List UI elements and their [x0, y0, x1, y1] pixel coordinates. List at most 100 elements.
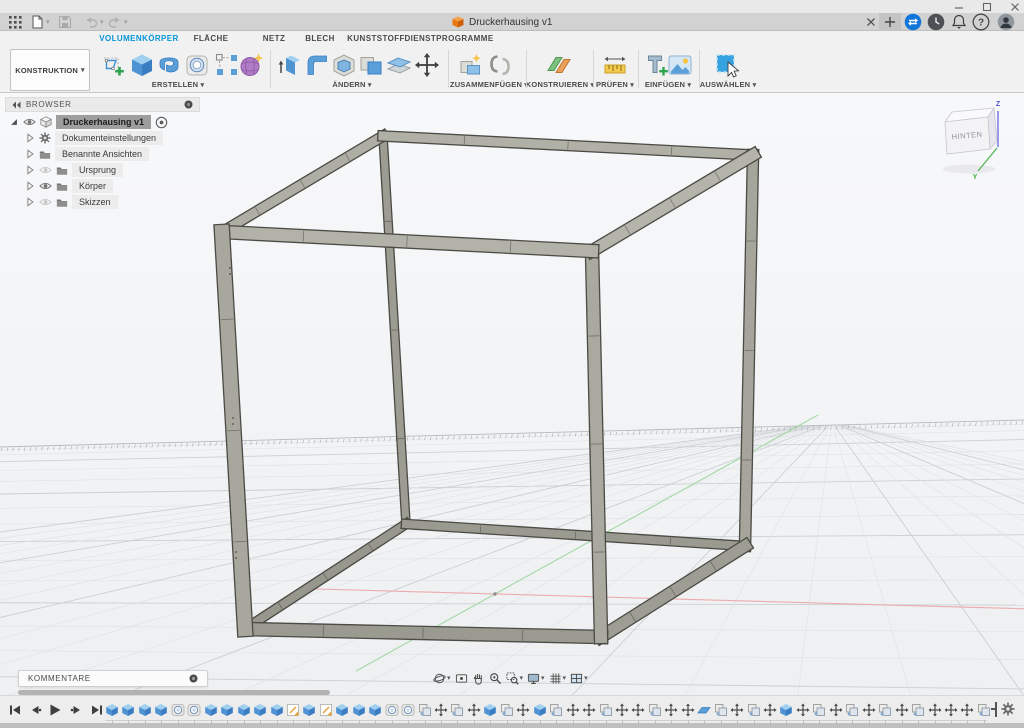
- timeline-feature-move[interactable]: [960, 703, 974, 717]
- close-tab-icon[interactable]: [864, 15, 878, 29]
- timeline-feature-component[interactable]: [812, 703, 826, 717]
- nav-grid-settings[interactable]: ▾: [549, 672, 567, 685]
- comments-panel[interactable]: KOMMENTARE: [18, 670, 208, 687]
- browser-node-label[interactable]: Körper: [72, 179, 113, 193]
- timeline-feature-component[interactable]: [747, 703, 761, 717]
- timeline-play-button[interactable]: [48, 703, 62, 717]
- job-status-icon[interactable]: [927, 13, 945, 31]
- nav-pan[interactable]: [472, 672, 485, 685]
- timeline-step-back-button[interactable]: [28, 703, 42, 717]
- browser-node-label[interactable]: Druckerhausing v1: [56, 115, 151, 129]
- timeline-feature-extrude[interactable]: [253, 703, 267, 717]
- joint-icon[interactable]: [487, 52, 513, 78]
- rectangular-pattern-icon[interactable]: [214, 52, 240, 78]
- maximize-icon[interactable]: [982, 2, 992, 12]
- eye-off-icon[interactable]: [39, 196, 52, 208]
- create-sketch-icon[interactable]: [100, 52, 126, 78]
- sync-status-icon[interactable]: [904, 13, 922, 31]
- profile-icon[interactable]: [997, 13, 1015, 31]
- konstruktion-dropdown-button[interactable]: KONSTRUKTION▾: [10, 49, 90, 91]
- timeline-feature-move[interactable]: [829, 703, 843, 717]
- move-copy-icon[interactable]: [414, 52, 440, 78]
- ribbon-tab-blech[interactable]: BLECH: [305, 34, 335, 43]
- timeline-feature-hole[interactable]: [385, 703, 399, 717]
- group-label-5[interactable]: EINFÜGEN ▾: [645, 80, 691, 89]
- timeline-feature-move[interactable]: [434, 703, 448, 717]
- document-tab[interactable]: Druckerhausing v1: [452, 13, 552, 31]
- timeline-feature-move[interactable]: [928, 703, 942, 717]
- browser-node-label[interactable]: Dokumenteinstellungen: [55, 131, 163, 145]
- timeline-feature-extrude[interactable]: [154, 703, 168, 717]
- nav-viewports[interactable]: ▾: [570, 672, 588, 685]
- timeline-feature-move[interactable]: [615, 703, 629, 717]
- group-label-3[interactable]: KONSTRUIEREN ▾: [526, 80, 594, 89]
- timeline-feature-component[interactable]: [599, 703, 613, 717]
- timeline-feature-move[interactable]: [763, 703, 777, 717]
- app-grid-icon[interactable]: [8, 15, 22, 29]
- timeline-skip-end-button[interactable]: [90, 703, 104, 717]
- shell-icon[interactable]: [331, 52, 357, 78]
- expand-closed-icon[interactable]: [25, 165, 35, 175]
- nav-look-at[interactable]: [455, 672, 468, 685]
- timeline-position-marker[interactable]: [991, 702, 998, 717]
- browser-row-3[interactable]: Ursprung: [5, 162, 225, 178]
- browser-row-4[interactable]: Körper: [5, 178, 225, 194]
- undo-icon[interactable]: [84, 15, 98, 29]
- timeline-feature-component[interactable]: [450, 703, 464, 717]
- timeline-feature-hole[interactable]: [187, 703, 201, 717]
- expand-closed-icon[interactable]: [25, 197, 35, 207]
- browser-row-2[interactable]: Benannte Ansichten: [5, 146, 225, 162]
- timeline-feature-extrude[interactable]: [237, 703, 251, 717]
- file-menu-icon[interactable]: [30, 15, 44, 29]
- timeline-feature-extrude[interactable]: [105, 703, 119, 717]
- help-icon[interactable]: ?: [972, 13, 990, 31]
- group-label-4[interactable]: PRÜFEN ▾: [596, 80, 634, 89]
- timeline-feature-component[interactable]: [418, 703, 432, 717]
- chevron-down-icon[interactable]: ▾: [100, 18, 104, 26]
- timeline-settings-gear-icon[interactable]: [1001, 702, 1015, 716]
- timeline-feature-component[interactable]: [500, 703, 514, 717]
- notifications-icon[interactable]: [950, 13, 968, 31]
- eye-icon[interactable]: [39, 180, 52, 192]
- close-icon[interactable]: [1010, 2, 1020, 12]
- timeline-feature-component[interactable]: [549, 703, 563, 717]
- fillet-icon[interactable]: [304, 52, 330, 78]
- ribbon-tab-netz[interactable]: NETZ: [263, 34, 286, 43]
- timeline-feature-component[interactable]: [714, 703, 728, 717]
- redo-icon[interactable]: [108, 15, 122, 29]
- activate-target-icon[interactable]: [155, 116, 168, 129]
- timeline-feature-move[interactable]: [895, 703, 909, 717]
- nav-display-settings[interactable]: ▾: [527, 672, 545, 685]
- ribbon-tab-dienstprogramme[interactable]: DIENSTPROGRAMME: [404, 34, 493, 43]
- save-icon[interactable]: [58, 15, 72, 29]
- timeline-feature-move[interactable]: [862, 703, 876, 717]
- timeline-feature-component[interactable]: [878, 703, 892, 717]
- ribbon-tab-volumenkörper[interactable]: VOLUMENKÖRPER: [99, 34, 178, 43]
- timeline-feature-hole[interactable]: [401, 703, 415, 717]
- viewcube[interactable]: HINTEN Z Y: [925, 95, 1024, 190]
- chevron-down-icon[interactable]: ▾: [46, 18, 50, 26]
- expand-closed-icon[interactable]: [25, 133, 35, 143]
- browser-node-label[interactable]: Benannte Ansichten: [55, 147, 149, 161]
- timeline-feature-move[interactable]: [631, 703, 645, 717]
- eye-icon[interactable]: [23, 116, 36, 128]
- timeline-feature-hole[interactable]: [171, 703, 185, 717]
- timeline-feature-move[interactable]: [944, 703, 958, 717]
- combine-icon[interactable]: [358, 52, 384, 78]
- new-tab-button[interactable]: [879, 13, 901, 31]
- timeline-feature-plane[interactable]: [697, 703, 711, 717]
- timeline-feature-move[interactable]: [664, 703, 678, 717]
- timeline-feature-extrude[interactable]: [533, 703, 547, 717]
- timeline-feature-extrude[interactable]: [779, 703, 793, 717]
- expand-closed-icon[interactable]: [25, 149, 35, 159]
- revolve-icon[interactable]: [156, 52, 182, 78]
- group-label-0[interactable]: ERSTELLEN ▾: [152, 80, 204, 89]
- timeline-feature-extrude[interactable]: [352, 703, 366, 717]
- browser-node-label[interactable]: Ursprung: [72, 163, 123, 177]
- create-form-icon[interactable]: [238, 52, 264, 78]
- comments-toggle-icon[interactable]: [189, 674, 198, 683]
- ribbon-tab-fläche[interactable]: FLÄCHE: [194, 34, 229, 43]
- extrude-icon[interactable]: [129, 52, 155, 78]
- expand-closed-icon[interactable]: [25, 181, 35, 191]
- timeline-feature-extrude[interactable]: [270, 703, 284, 717]
